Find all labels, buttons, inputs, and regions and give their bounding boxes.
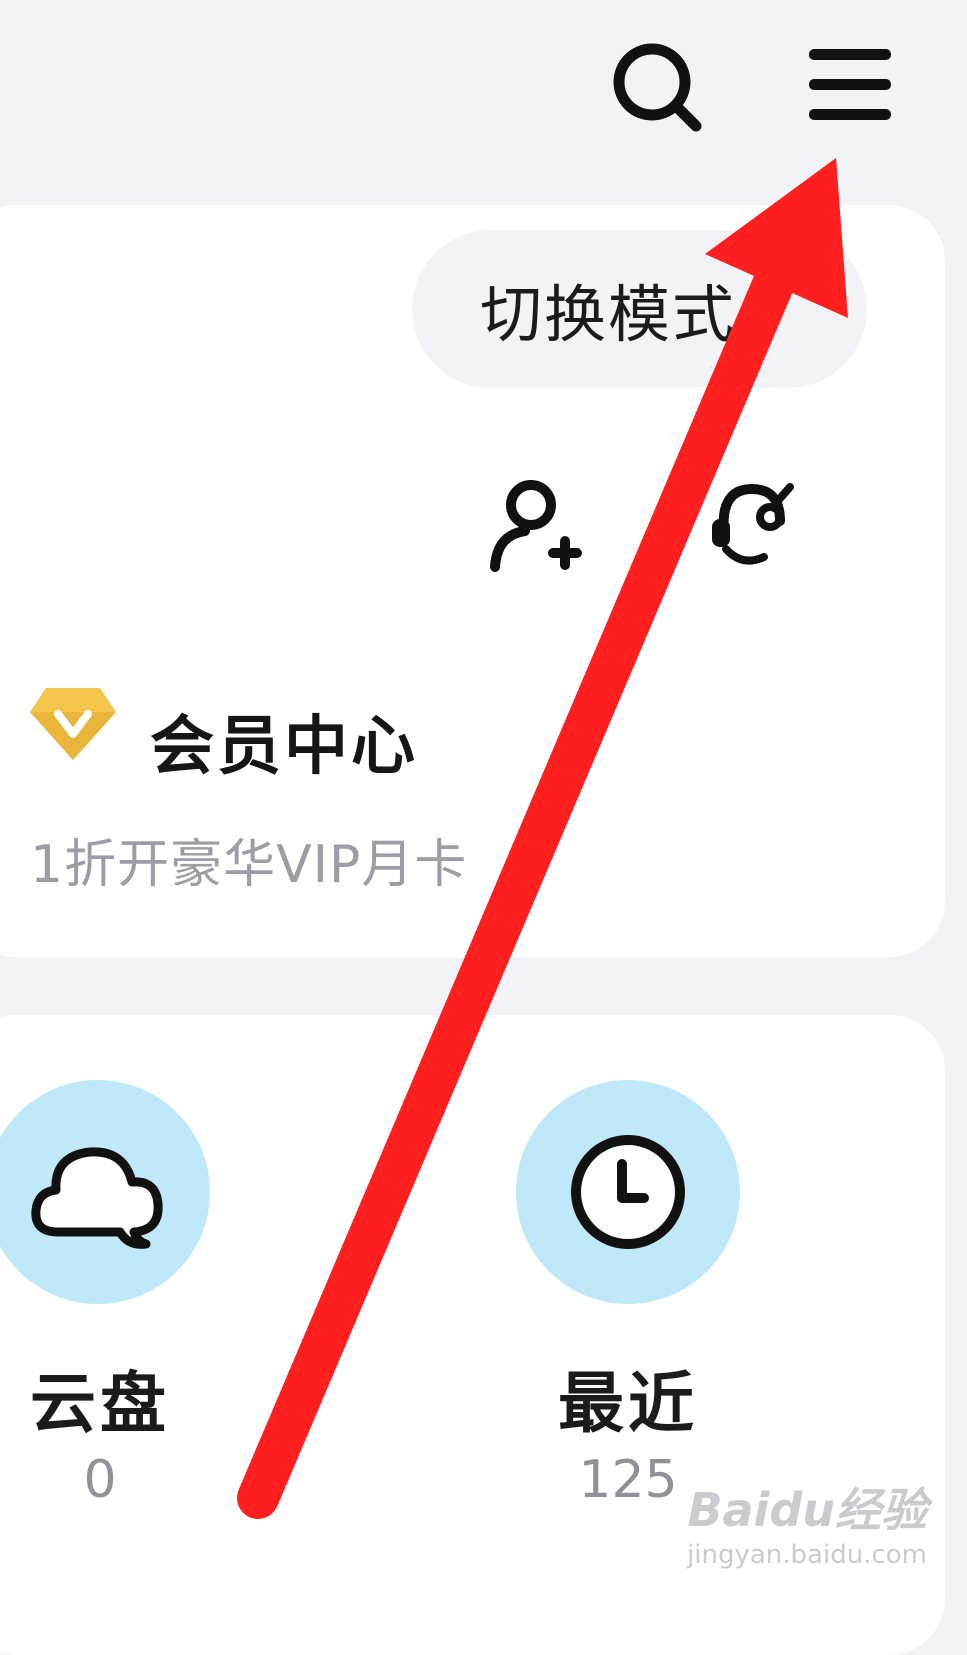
- watermark-url: jingyan.baidu.com: [687, 1540, 927, 1570]
- switch-mode-label: 切换模式: [480, 278, 737, 351]
- quick-entry-label: 最近: [558, 1365, 698, 1442]
- cloud-icon: [31, 1147, 163, 1249]
- vip-badge: [28, 684, 118, 764]
- quick-entry-recent[interactable]: 最近 125: [508, 1080, 748, 1540]
- search-button[interactable]: [600, 30, 715, 145]
- cloud-icon-circle: [0, 1080, 210, 1304]
- clock-icon-circle: [516, 1080, 740, 1304]
- switch-mode-button[interactable]: 切换模式: [412, 230, 867, 388]
- quick-entry-cloud-disk[interactable]: 云盘 0: [0, 1080, 220, 1540]
- search-icon: [613, 43, 701, 131]
- baidu-watermark: Baidu经验 jingyan.baidu.com: [687, 1474, 927, 1570]
- add-friend-button[interactable]: [478, 470, 588, 580]
- headset-icon: [712, 483, 794, 565]
- menu-button[interactable]: [800, 35, 900, 135]
- quick-entry-count: 0: [83, 1450, 117, 1510]
- quick-entry-label: 云盘: [30, 1365, 170, 1442]
- watermark-brand: Baidu经验: [687, 1483, 927, 1537]
- add-user-icon: [490, 480, 582, 572]
- customer-service-button[interactable]: [700, 470, 800, 580]
- diamond-icon: [30, 688, 116, 760]
- vip-center-title: 会员中心: [150, 710, 418, 784]
- vip-promo-text: 1折开豪华VIP月卡: [30, 835, 468, 895]
- clock-icon: [571, 1135, 685, 1249]
- hamburger-menu-icon: [809, 49, 891, 120]
